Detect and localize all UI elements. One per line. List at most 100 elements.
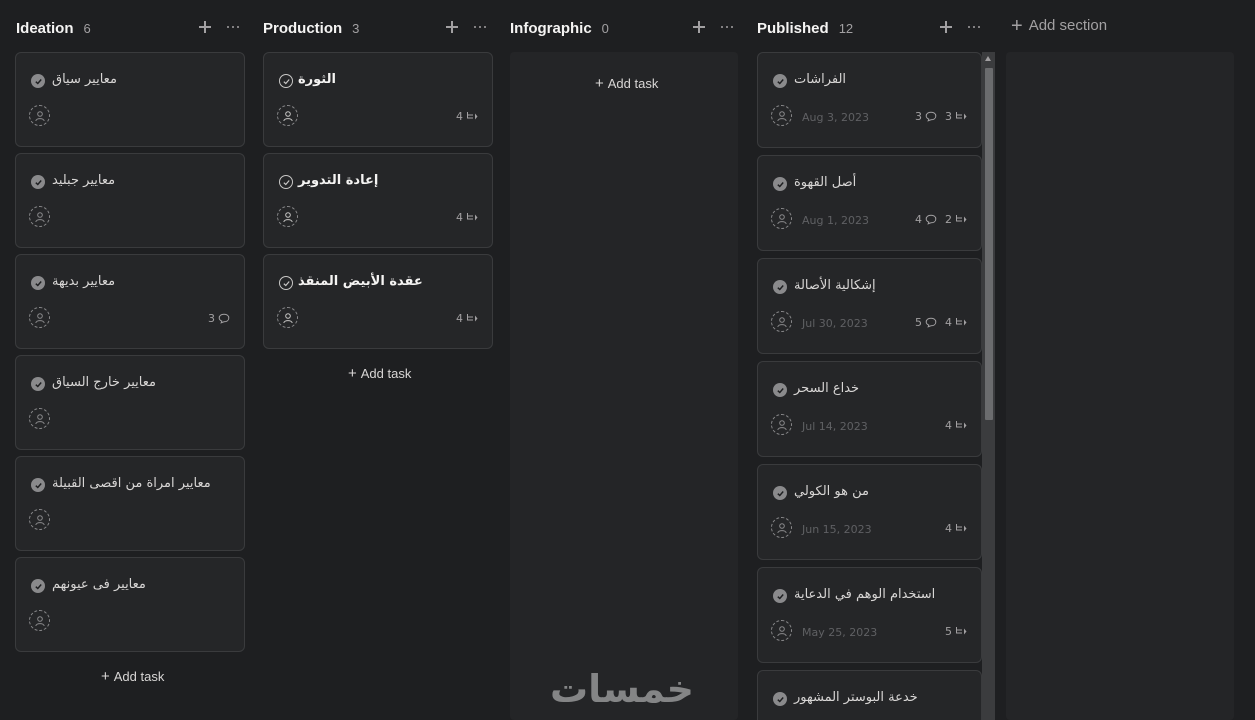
comment-count[interactable]: 4 [915,213,937,226]
check-circle-icon[interactable] [31,377,45,391]
check-circle-icon[interactable] [773,486,787,500]
plus-icon[interactable] [443,18,461,36]
check-circle-icon[interactable] [773,589,787,603]
task-card[interactable]: معايير سياق [15,52,245,147]
due-date[interactable]: Jun 15, 2023 [802,523,872,536]
subtask-count[interactable]: 4 [456,312,478,325]
more-horizontal-icon[interactable] [965,18,983,36]
subtask-count[interactable]: 4 [945,419,967,432]
check-circle-icon[interactable] [31,478,45,492]
subtask-count[interactable]: 4 [456,211,478,224]
task-card[interactable]: خداع السحر Jul 14, 2023 4 [757,361,982,457]
column-title[interactable]: Published [757,20,829,37]
task-title[interactable]: إشكالية الأصالة [794,278,876,293]
plus-icon[interactable] [690,18,708,36]
due-date[interactable]: Jul 30, 2023 [802,317,868,330]
task-card[interactable]: الثورة 4 [263,52,493,147]
task-card[interactable]: معايير امراة من اقصى القبيلة [15,456,245,551]
due-date[interactable]: Jul 14, 2023 [802,420,868,433]
task-title[interactable]: إعادة التدوير [298,173,378,188]
task-title[interactable]: أصل القهوة [794,175,856,190]
check-circle-icon[interactable] [31,74,45,88]
check-circle-icon[interactable] [773,280,787,294]
task-title[interactable]: خدعة البوستر المشهور [794,690,918,705]
due-date[interactable]: Aug 3, 2023 [802,111,869,124]
plus-icon[interactable] [196,18,214,36]
add-section-button[interactable]: + Add section [1011,16,1107,36]
task-title[interactable]: الفراشات [794,72,846,87]
user-placeholder-icon[interactable] [771,517,792,538]
add-task-button[interactable]: + Add task [595,76,658,91]
task-title[interactable]: عقدة الأبيض المنقذ [298,274,423,289]
task-title[interactable]: معايير خارج السياق [52,375,156,390]
task-title[interactable]: الثورة [298,72,336,87]
due-date[interactable]: Aug 1, 2023 [802,214,869,227]
task-card[interactable]: معايير خارج السياق [15,355,245,450]
task-card[interactable]: من هو الكولي Jun 15, 2023 4 [757,464,982,560]
task-title[interactable]: معايير بديهة [52,274,115,289]
subtask-count[interactable]: 3 [945,110,967,123]
subtask-count[interactable]: 5 [945,625,967,638]
column-title[interactable]: Production [263,20,342,37]
task-title[interactable]: من هو الكولي [794,484,869,499]
check-circle-icon[interactable] [773,74,787,88]
task-card[interactable]: خدعة البوستر المشهور [757,670,982,720]
user-placeholder-icon[interactable] [771,414,792,435]
add-task-button[interactable]: + Add task [101,669,164,684]
comment-count[interactable]: 5 [915,316,937,329]
check-circle-icon[interactable] [773,692,787,706]
comment-count[interactable]: 3 [208,312,230,325]
task-title[interactable]: معايير امراة من اقصى القبيلة [52,476,211,491]
user-placeholder-icon[interactable] [29,307,50,328]
check-circle-icon[interactable] [31,175,45,189]
check-circle-icon[interactable] [279,276,293,290]
user-placeholder-icon[interactable] [277,307,298,328]
comment-count[interactable]: 3 [915,110,937,123]
task-card[interactable]: الفراشات Aug 3, 2023 3 3 [757,52,982,148]
subtask-count[interactable]: 4 [945,316,967,329]
column-title[interactable]: Infographic [510,20,592,37]
user-placeholder-icon[interactable] [29,206,50,227]
user-placeholder-icon[interactable] [29,408,50,429]
task-card[interactable]: إشكالية الأصالة Jul 30, 2023 5 4 [757,258,982,354]
subtask-count[interactable]: 2 [945,213,967,226]
more-horizontal-icon[interactable] [224,18,242,36]
task-card[interactable]: معايير فى عيونهم [15,557,245,652]
user-placeholder-icon[interactable] [771,620,792,641]
check-circle-icon[interactable] [773,383,787,397]
subtask-count[interactable]: 4 [456,110,478,123]
task-title[interactable]: استخدام الوهم في الدعاية [794,587,935,602]
task-title[interactable]: معايير سياق [52,72,117,87]
more-horizontal-icon[interactable] [471,18,489,36]
task-card[interactable]: معايير جبليد [15,153,245,248]
task-card[interactable]: معايير بديهة 3 [15,254,245,349]
check-circle-icon[interactable] [31,579,45,593]
check-circle-icon[interactable] [279,74,293,88]
check-circle-icon[interactable] [279,175,293,189]
user-placeholder-icon[interactable] [29,610,50,631]
user-placeholder-icon[interactable] [29,105,50,126]
user-placeholder-icon[interactable] [771,105,792,126]
task-title[interactable]: معايير جبليد [52,173,115,188]
subtask-count[interactable]: 4 [945,522,967,535]
task-card[interactable]: إعادة التدوير 4 [263,153,493,248]
user-placeholder-icon[interactable] [29,509,50,530]
check-circle-icon[interactable] [31,276,45,290]
task-card[interactable]: أصل القهوة Aug 1, 2023 4 2 [757,155,982,251]
scrollbar-thumb[interactable] [985,68,993,420]
user-placeholder-icon[interactable] [277,105,298,126]
column-title[interactable]: Ideation [16,20,74,37]
add-task-button[interactable]: + Add task [348,366,411,381]
more-horizontal-icon[interactable] [718,18,736,36]
column-scrollbar[interactable] [982,52,995,720]
check-circle-icon[interactable] [773,177,787,191]
task-title[interactable]: معايير فى عيونهم [52,577,146,592]
user-placeholder-icon[interactable] [277,206,298,227]
user-placeholder-icon[interactable] [771,208,792,229]
task-title[interactable]: خداع السحر [794,381,859,396]
scroll-up-arrow-icon[interactable] [985,56,991,61]
task-card[interactable]: عقدة الأبيض المنقذ 4 [263,254,493,349]
task-card[interactable]: استخدام الوهم في الدعاية May 25, 2023 5 [757,567,982,663]
user-placeholder-icon[interactable] [771,311,792,332]
due-date[interactable]: May 25, 2023 [802,626,877,639]
